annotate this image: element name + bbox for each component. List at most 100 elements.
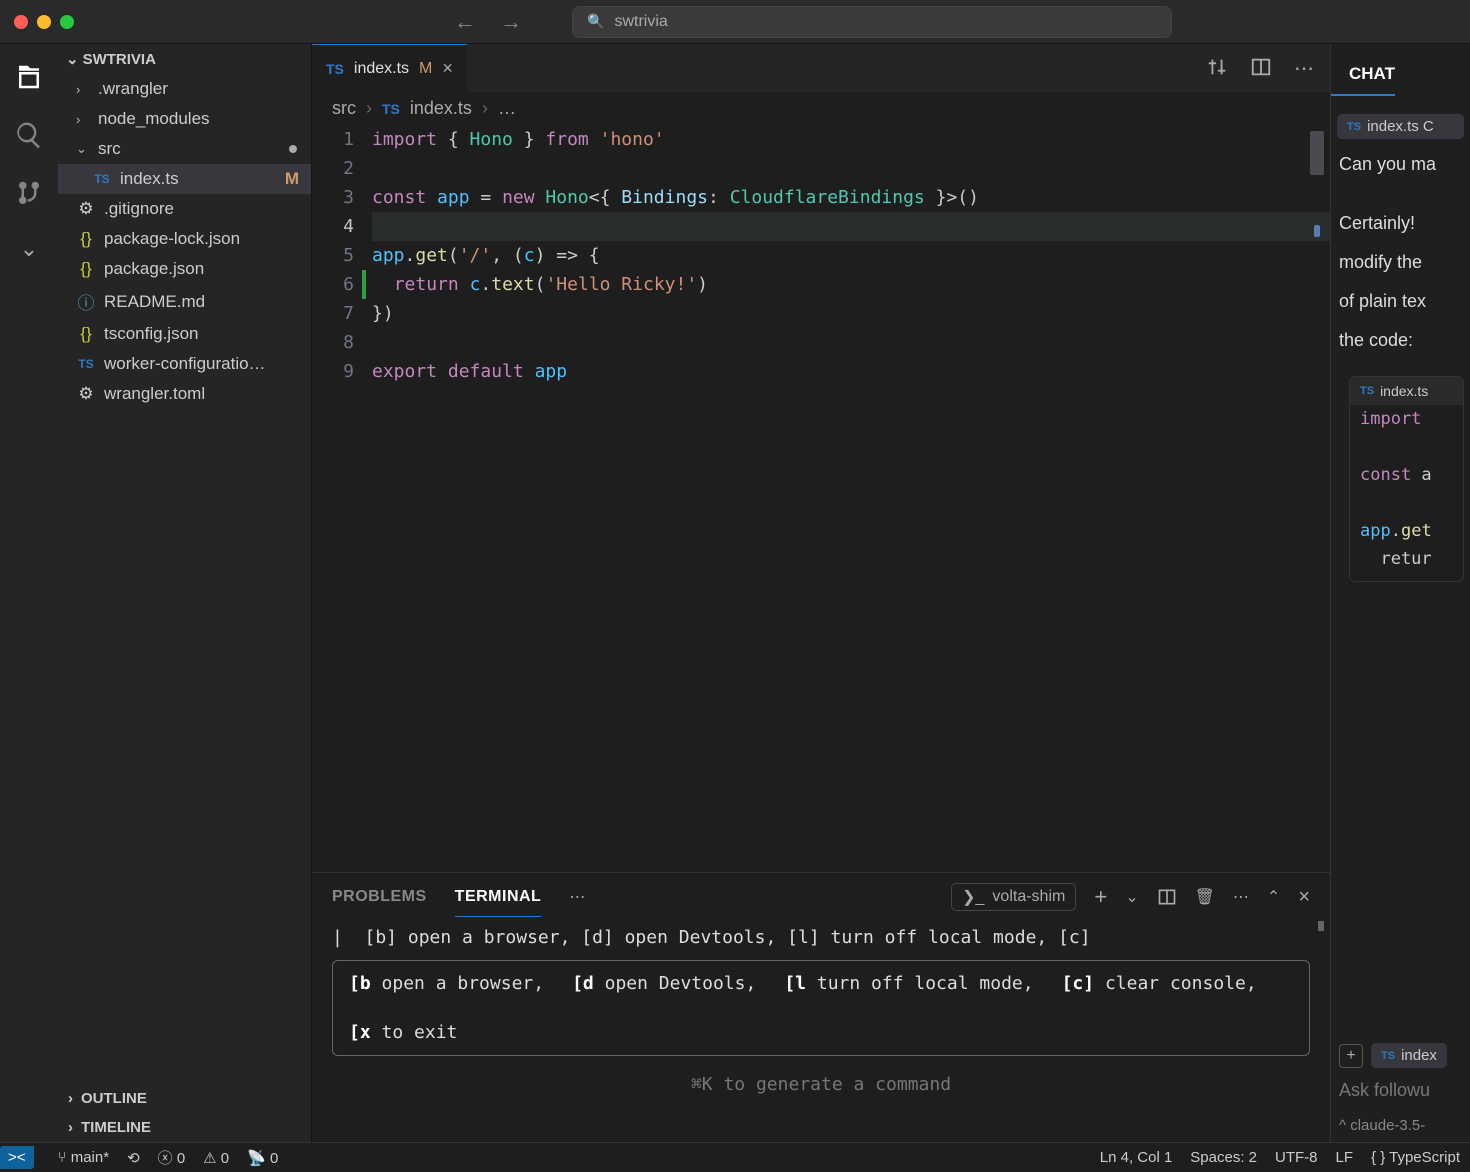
- chat-code-line: app.get: [1350, 517, 1463, 545]
- code-line[interactable]: app.get('/', (c) => {: [372, 241, 1330, 270]
- minimap[interactable]: [1310, 125, 1324, 237]
- outline-section[interactable]: › OUTLINE: [58, 1084, 311, 1113]
- tree-file-index-ts[interactable]: TS index.ts M: [58, 164, 311, 194]
- chat-reply-line: Certainly!: [1331, 204, 1470, 243]
- language-status[interactable]: { } TypeScript: [1371, 1149, 1460, 1166]
- chat-code-line: [1350, 433, 1463, 461]
- cursor-position[interactable]: Ln 4, Col 1: [1100, 1149, 1173, 1166]
- nav-arrows: ← →: [454, 9, 522, 35]
- chat-reply-line: of plain tex: [1331, 282, 1470, 321]
- split-editor-icon[interactable]: [1250, 56, 1272, 78]
- tree-file-package-lock[interactable]: {} package-lock.json: [58, 224, 311, 254]
- new-terminal-icon[interactable]: +: [1094, 884, 1107, 910]
- git-gutter-mark: [362, 270, 366, 299]
- chevron-up-icon[interactable]: ⌃: [1267, 887, 1280, 907]
- modified-badge: M: [285, 169, 299, 189]
- editor-area: TS index.ts M × ⋯ src › TS index.ts › … …: [312, 44, 1330, 1142]
- terminal-hint: ⌘K to generate a command: [332, 1074, 1310, 1095]
- tree-file-gitignore[interactable]: ⚙ .gitignore: [58, 194, 311, 224]
- chevron-down-icon: ⌄: [66, 50, 79, 68]
- split-terminal-icon[interactable]: [1157, 887, 1177, 907]
- search-activity-icon[interactable]: [14, 120, 44, 150]
- breadcrumb-ellipsis[interactable]: …: [498, 98, 516, 119]
- close-panel-icon[interactable]: ×: [1298, 886, 1310, 909]
- ts-file-icon: TS: [1381, 1050, 1395, 1062]
- chat-panel: CHAT TS index.ts C Can you ma Certainly!…: [1330, 44, 1470, 1142]
- tree-folder-node-modules[interactable]: › node_modules: [58, 104, 311, 134]
- chat-model-picker[interactable]: ^ claude-3.5-: [1339, 1117, 1462, 1134]
- more-icon[interactable]: ⋯: [1294, 56, 1314, 81]
- trash-icon[interactable]: 🗑: [1195, 887, 1215, 907]
- chevron-down-icon[interactable]: ⌄: [1125, 887, 1138, 907]
- tree-file-worker-config[interactable]: TS worker-configuratio…: [58, 349, 311, 379]
- chat-input[interactable]: Ask followu: [1339, 1080, 1462, 1101]
- terminal-body[interactable]: | [b] open a browser, [d] open Devtools,…: [312, 921, 1330, 1142]
- breadcrumb-file[interactable]: index.ts: [410, 98, 472, 119]
- panel-tab-problems[interactable]: PROBLEMS: [332, 878, 427, 916]
- errors-indicator[interactable]: ⓧ 0: [158, 1147, 186, 1168]
- chat-context-chip[interactable]: TS index: [1371, 1043, 1447, 1068]
- code-line[interactable]: }): [372, 299, 1330, 328]
- code-line[interactable]: [372, 328, 1330, 357]
- explorer-header[interactable]: ⌄ SWTRIVIA: [58, 44, 311, 74]
- chevron-down-icon[interactable]: ⌄: [20, 236, 38, 262]
- source-control-icon[interactable]: [14, 178, 44, 208]
- timeline-section[interactable]: › TIMELINE: [58, 1113, 311, 1142]
- tab-close-icon[interactable]: ×: [442, 58, 453, 79]
- code-editor[interactable]: 123456789 import { Hono } from 'hono' co…: [312, 125, 1330, 872]
- eol-status[interactable]: LF: [1336, 1149, 1354, 1166]
- close-window-button[interactable]: [14, 15, 28, 29]
- chevron-right-icon: ›: [366, 98, 372, 119]
- ts-file-icon: TS: [76, 357, 96, 371]
- chat-code-line: import: [1350, 405, 1463, 433]
- chevron-right-icon: ›: [76, 112, 90, 127]
- status-bar: >< ⑂ main* ⟲ ⓧ 0 ⚠ 0 📡 0 Ln 4, Col 1 Spa…: [0, 1142, 1470, 1172]
- tree-file-tsconfig[interactable]: {} tsconfig.json: [58, 319, 311, 349]
- minimize-window-button[interactable]: [37, 15, 51, 29]
- chevron-right-icon: ›: [76, 82, 90, 97]
- code-line[interactable]: [372, 154, 1330, 183]
- tree-folder-src[interactable]: ⌄ src: [58, 134, 311, 164]
- warnings-indicator[interactable]: ⚠ 0: [203, 1149, 229, 1167]
- add-context-button[interactable]: +: [1339, 1044, 1363, 1068]
- maximize-window-button[interactable]: [60, 15, 74, 29]
- terminal-profile[interactable]: ❯_ volta-shim: [951, 883, 1076, 911]
- gear-icon: ⚙: [76, 384, 96, 404]
- code-line[interactable]: import { Hono } from 'hono': [372, 125, 1330, 154]
- chat-code-line: retur: [1350, 545, 1463, 573]
- branch-indicator[interactable]: ⑂ main*: [58, 1149, 110, 1166]
- chat-tab[interactable]: CHAT: [1331, 44, 1395, 96]
- tree-file-readme[interactable]: ⓘ README.md: [58, 284, 311, 319]
- code-line[interactable]: [372, 212, 1330, 241]
- nav-back-icon[interactable]: ←: [454, 9, 476, 35]
- command-center-search[interactable]: 🔍 swtrivia: [572, 6, 1172, 38]
- code-line[interactable]: export default app: [372, 357, 1330, 386]
- remote-indicator[interactable]: ><: [0, 1146, 34, 1169]
- more-icon[interactable]: ⋯: [1233, 887, 1249, 907]
- panel-tab-terminal[interactable]: TERMINAL: [455, 878, 542, 917]
- breadcrumb[interactable]: src › TS index.ts › …: [312, 92, 1330, 125]
- tree-folder-wrangler[interactable]: › .wrangler: [58, 74, 311, 104]
- terminal-shortcut: [b open a browser,: [349, 973, 544, 994]
- terminal-scrollbar[interactable]: [1318, 921, 1324, 931]
- tree-file-package-json[interactable]: {} package.json: [58, 254, 311, 284]
- sync-icon[interactable]: ⟲: [127, 1149, 140, 1167]
- breadcrumb-src[interactable]: src: [332, 98, 356, 119]
- json-file-icon: {}: [76, 324, 96, 344]
- ts-file-icon: TS: [1360, 385, 1374, 397]
- code-line[interactable]: return c.text('Hello Ricky!'): [372, 270, 1330, 299]
- tree-file-wrangler-toml[interactable]: ⚙ wrangler.toml: [58, 379, 311, 409]
- editor-tab-index-ts[interactable]: TS index.ts M ×: [312, 44, 467, 92]
- indentation-status[interactable]: Spaces: 2: [1190, 1149, 1257, 1166]
- tab-modified-badge: M: [419, 60, 432, 78]
- explorer-icon[interactable]: [14, 62, 44, 92]
- panel-tabs: PROBLEMS TERMINAL ⋯ ❯_ volta-shim + ⌄ 🗑 …: [312, 873, 1330, 921]
- encoding-status[interactable]: UTF-8: [1275, 1149, 1318, 1166]
- more-icon[interactable]: ⋯: [569, 887, 585, 907]
- code-line[interactable]: const app = new Hono<{ Bindings: Cloudfl…: [372, 183, 1330, 212]
- chat-context-chip[interactable]: TS index.ts C: [1337, 114, 1464, 139]
- ports-indicator[interactable]: 📡 0: [247, 1149, 278, 1167]
- nav-forward-icon[interactable]: →: [500, 9, 522, 35]
- diff-icon[interactable]: [1206, 56, 1228, 78]
- terminal-line: | [b] open a browser, [d] open Devtools,…: [332, 927, 1310, 948]
